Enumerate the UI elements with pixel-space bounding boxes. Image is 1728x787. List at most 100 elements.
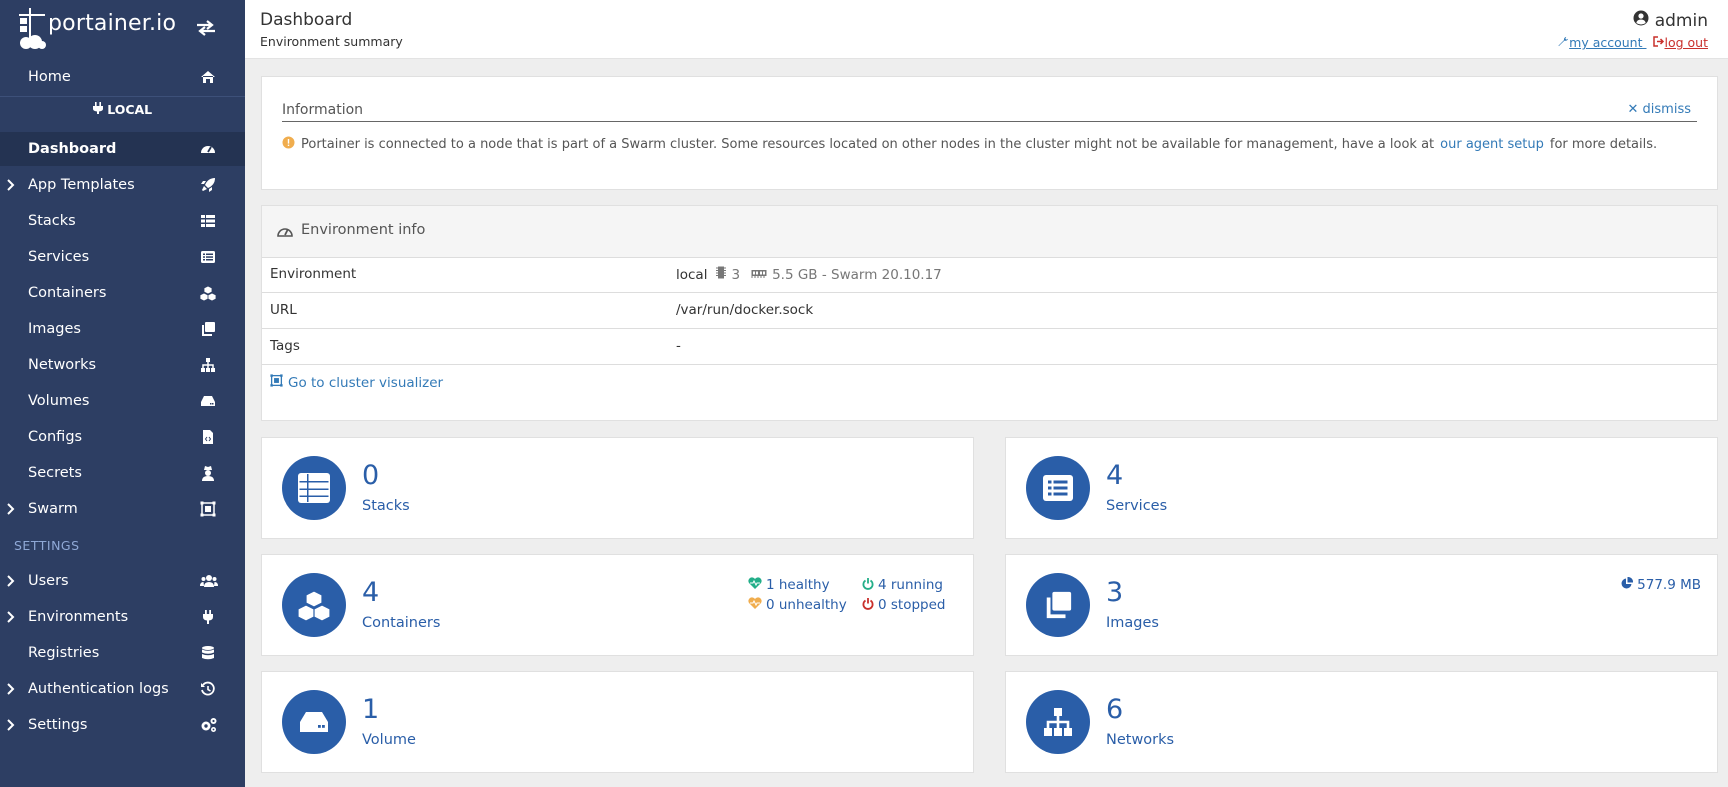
cubes-icon bbox=[282, 573, 346, 637]
sidebar-item-secrets[interactable]: Secrets bbox=[0, 456, 245, 490]
information-panel: Information ✕ dismiss Portainer is conne… bbox=[261, 76, 1718, 190]
memory-and-version: 5.5 GB - Swarm 20.10.17 bbox=[772, 266, 942, 283]
sidebar-item-stacks[interactable]: Stacks bbox=[0, 204, 245, 238]
row-key: Tags bbox=[270, 338, 300, 354]
row-key: URL bbox=[270, 302, 297, 318]
database-icon bbox=[200, 645, 216, 661]
row-value: - bbox=[676, 338, 681, 354]
sidebar-item-settings[interactable]: Settings bbox=[0, 708, 245, 742]
services-count: 4 bbox=[1106, 460, 1124, 491]
cpu-count: 3 bbox=[731, 266, 741, 283]
agent-setup-link[interactable]: our agent setup bbox=[1440, 137, 1544, 152]
tachometer-icon bbox=[277, 223, 293, 242]
environment-row: Environment local 3 5.5 GB - Swarm 20.10… bbox=[262, 257, 1717, 293]
sidebar-item-app-templates[interactable]: App Templates bbox=[0, 168, 245, 202]
images-count: 3 bbox=[1106, 577, 1124, 608]
images-size: 577.9 MB bbox=[1637, 577, 1701, 593]
environment-info-header: Environment info bbox=[262, 206, 1717, 258]
history-icon bbox=[200, 681, 216, 697]
chevron-right-icon bbox=[6, 501, 16, 520]
my-account-label: my account bbox=[1569, 35, 1643, 50]
sidebar-item-registries[interactable]: Registries bbox=[0, 636, 245, 670]
sidebar-item-home[interactable]: Home bbox=[0, 60, 245, 94]
sidebar-item-label: Secrets bbox=[28, 465, 82, 481]
sidebar-toggle-icon[interactable] bbox=[196, 20, 216, 40]
row-value: local 3 5.5 GB - Swarm 20.10.17 bbox=[676, 266, 942, 283]
sidebar-item-configs[interactable]: Configs bbox=[0, 420, 245, 454]
user-circle-icon bbox=[1633, 10, 1649, 31]
information-text: Portainer is connected to a node that is… bbox=[301, 137, 1435, 152]
stacks-card[interactable]: 0 Stacks bbox=[261, 437, 974, 539]
networks-card[interactable]: 6 Networks bbox=[1005, 671, 1718, 773]
sidebar-item-networks[interactable]: Networks bbox=[0, 348, 245, 382]
sidebar-item-services[interactable]: Services bbox=[0, 240, 245, 274]
sidebar-item-containers[interactable]: Containers bbox=[0, 276, 245, 310]
power-icon bbox=[862, 577, 874, 594]
plug-icon bbox=[92, 102, 107, 117]
heartbeat-icon bbox=[748, 577, 762, 593]
sidebar-item-dashboard[interactable]: Dashboard bbox=[0, 132, 245, 166]
volume-count: 1 bbox=[362, 694, 380, 725]
containers-count: 4 bbox=[362, 577, 380, 608]
services-card[interactable]: 4 Services bbox=[1005, 437, 1718, 539]
clone-icon bbox=[200, 321, 216, 337]
images-size-stat: 577.9 MB bbox=[1620, 575, 1701, 595]
sidebar-item-swarm[interactable]: Swarm bbox=[0, 492, 245, 526]
file-code-icon bbox=[200, 429, 216, 445]
sidebar-item-label: Stacks bbox=[28, 213, 76, 229]
sidebar-item-label: Registries bbox=[28, 645, 100, 661]
user-links: my account log out bbox=[1558, 35, 1708, 50]
row-key: Environment bbox=[270, 266, 357, 282]
brand-name: portainer.io bbox=[48, 11, 177, 36]
dismiss-label: dismiss bbox=[1642, 102, 1691, 117]
power-icon bbox=[862, 597, 874, 614]
stopped-count: 0 stopped bbox=[878, 597, 946, 613]
stacks-count: 0 bbox=[362, 460, 380, 491]
sidebar-item-users[interactable]: Users bbox=[0, 564, 245, 598]
running-stat: 4 running bbox=[862, 575, 945, 595]
information-divider bbox=[282, 121, 1697, 122]
hdd-icon bbox=[282, 690, 346, 754]
sidebar-item-environments[interactable]: Environments bbox=[0, 600, 245, 634]
sidebar-item-label: Environments bbox=[28, 609, 129, 625]
row-value: /var/run/docker.sock bbox=[676, 302, 814, 318]
volume-label: Volume bbox=[362, 732, 416, 748]
containers-card[interactable]: 4 Containers 1 healthy 0 unhealthy 4 run… bbox=[261, 554, 974, 656]
chevron-right-icon bbox=[6, 717, 16, 736]
sidebar-item-label: Home bbox=[28, 69, 71, 85]
close-icon: ✕ bbox=[1627, 102, 1639, 117]
container-state-stats: 4 running 0 stopped bbox=[862, 575, 945, 615]
cubes-icon bbox=[199, 285, 217, 302]
wrench-icon bbox=[1558, 35, 1569, 50]
users-icon bbox=[200, 573, 218, 589]
images-card[interactable]: 3 Images 577.9 MB bbox=[1005, 554, 1718, 656]
th-list-icon bbox=[200, 213, 216, 229]
sidebar-item-label: Dashboard bbox=[28, 141, 117, 157]
stopped-stat: 0 stopped bbox=[862, 595, 945, 615]
sidebar-item-label: Containers bbox=[28, 285, 107, 301]
cluster-visualizer-link[interactable]: Go to cluster visualizer bbox=[270, 374, 443, 391]
username: admin bbox=[1654, 10, 1708, 31]
top-bar: Dashboard Environment summary admin my a… bbox=[245, 0, 1728, 59]
my-account-link[interactable]: my account bbox=[1558, 35, 1646, 50]
sitemap-icon bbox=[1026, 690, 1090, 754]
cluster-visualizer-label: Go to cluster visualizer bbox=[288, 374, 444, 391]
information-text-end: for more details. bbox=[1549, 137, 1658, 152]
tachometer-icon bbox=[200, 141, 216, 157]
sidebar-item-label: Users bbox=[28, 573, 69, 589]
object-group-icon bbox=[200, 501, 216, 517]
clone-icon bbox=[1026, 573, 1090, 637]
environment-name: local bbox=[676, 266, 708, 283]
dismiss-button[interactable]: ✕ dismiss bbox=[1627, 102, 1691, 117]
sidebar-item-label: App Templates bbox=[28, 177, 135, 193]
sidebar: portainer.io Home LOCAL Dashboard App Te… bbox=[0, 0, 245, 787]
networks-label: Networks bbox=[1106, 732, 1175, 748]
settings-heading: SETTINGS bbox=[14, 538, 80, 553]
volume-card[interactable]: 1 Volume bbox=[261, 671, 974, 773]
sidebar-item-authentication-logs[interactable]: Authentication logs bbox=[0, 672, 245, 706]
sidebar-item-images[interactable]: Images bbox=[0, 312, 245, 346]
sidebar-item-volumes[interactable]: Volumes bbox=[0, 384, 245, 418]
information-title: Information bbox=[282, 102, 364, 118]
healthy-count: 1 healthy bbox=[766, 577, 830, 593]
log-out-link[interactable]: log out bbox=[1652, 35, 1708, 50]
